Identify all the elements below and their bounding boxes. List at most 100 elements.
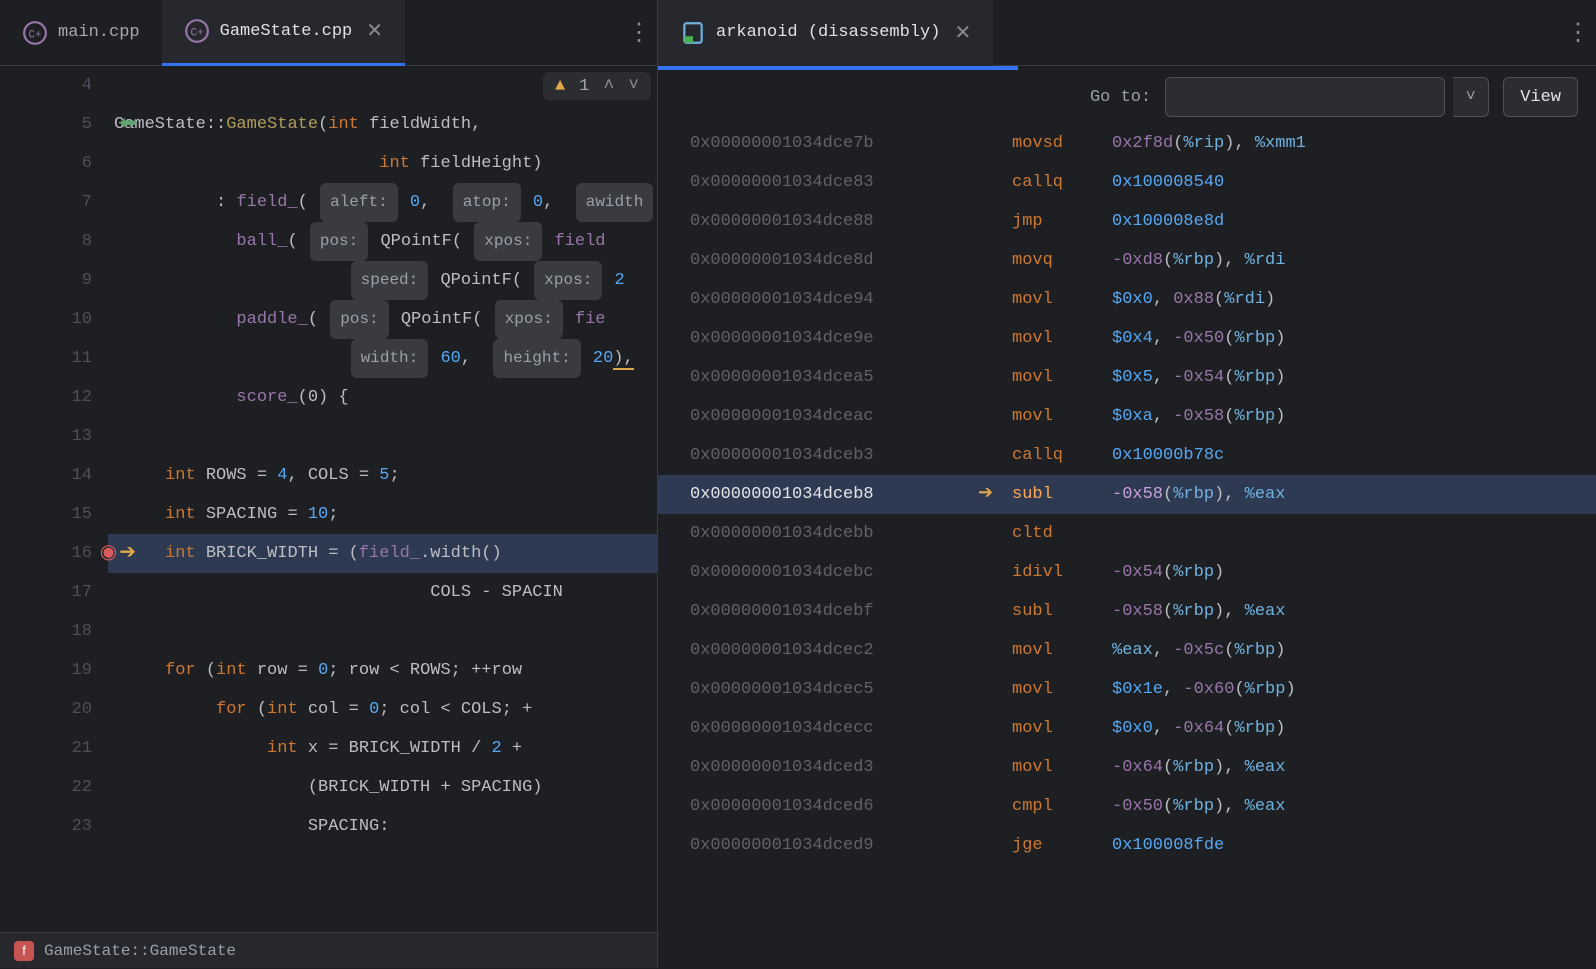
tab-gamestate-cpp[interactable]: C+ GameState.cpp ✕ (162, 0, 405, 66)
code-area[interactable]: GameState::GameState(int fieldWidth, int… (108, 66, 657, 932)
exec-arrow-icon: ➔ (978, 475, 1012, 514)
close-icon[interactable]: ✕ (362, 18, 383, 44)
disasm-address: 0x00000001034dce7b (658, 124, 978, 163)
disasm-operands: -0x64(%rbp), %eax (1112, 748, 1596, 787)
disasm-operands: -0x58(%rbp), %eax (1112, 475, 1596, 514)
exec-arrow-icon (978, 163, 1012, 202)
disasm-operands: 0x100008540 (1112, 163, 1596, 202)
disasm-body[interactable]: 0x00000001034dce7bmovsd0x2f8d(%rip), %xm… (658, 124, 1596, 968)
disasm-mnemonic: jge (1012, 826, 1112, 865)
close-icon[interactable]: ✕ (950, 20, 971, 46)
breadcrumb[interactable]: f GameState::GameState (0, 932, 657, 968)
disasm-row[interactable]: 0x00000001034dced9jge0x100008fde (658, 826, 1596, 865)
disasm-address: 0x00000001034dced3 (658, 748, 978, 787)
disasm-row[interactable]: 0x00000001034dced6 cmpl-0x50(%rbp), %eax (658, 787, 1596, 826)
param-hint: xpos: (534, 261, 602, 300)
editor-gutter[interactable]: 4 5⬅ 6 7 8 9 10 11 12 13 14 15 16◉➔ 17 1… (0, 66, 108, 932)
editor-tabbar: C+ main.cpp C+ GameState.cpp ✕ ⋮ (0, 0, 657, 66)
disasm-operands: $0x4, -0x50(%rbp) (1112, 319, 1596, 358)
disasm-mnemonic: movq (1012, 241, 1112, 280)
exec-arrow-icon (978, 280, 1012, 319)
chevron-down-icon[interactable]: ˅ (628, 76, 639, 96)
disasm-address: 0x00000001034dcebb (658, 514, 978, 553)
param-hint: height: (493, 339, 580, 378)
disasm-row[interactable]: 0x00000001034dcebcidivl-0x54(%rbp) (658, 553, 1596, 592)
disasm-operands: 0x100008e8d (1112, 202, 1596, 241)
disasm-mnemonic: subl (1012, 475, 1112, 514)
svg-text:C+: C+ (190, 27, 203, 39)
disasm-tabbar: arkanoid (disassembly) ✕ ⋮ (658, 0, 1596, 66)
tab-overflow-menu[interactable]: ⋮ (1560, 18, 1596, 48)
disasm-row[interactable]: 0x00000001034dceacmovl$0xa, -0x58(%rbp) (658, 397, 1596, 436)
disasm-mnemonic: movl (1012, 358, 1112, 397)
exec-arrow-icon (978, 397, 1012, 436)
disasm-row[interactable]: 0x00000001034dce8dmovq-0xd8(%rbp), %rdi (658, 241, 1596, 280)
disasm-row[interactable]: 0x00000001034dceb8➔subl-0x58(%rbp), %eax (658, 475, 1596, 514)
disasm-mnemonic: callq (1012, 163, 1112, 202)
disasm-address: 0x00000001034dced9 (658, 826, 978, 865)
disasm-row[interactable]: 0x00000001034dcea5movl$0x5, -0x54(%rbp) (658, 358, 1596, 397)
disasm-toolbar: Go to: ˅ View (658, 70, 1596, 124)
disasm-mnemonic: movl (1012, 319, 1112, 358)
disasm-row[interactable]: 0x00000001034dce83 callq0x100008540 (658, 163, 1596, 202)
param-hint: xpos: (474, 222, 542, 261)
disasm-operands: $0x0, 0x88(%rdi) (1112, 280, 1596, 319)
warning-count: 1 (579, 77, 589, 96)
disasm-operands: -0x54(%rbp) (1112, 553, 1596, 592)
exec-arrow-icon: ➔ (119, 534, 136, 573)
breakpoint-icon[interactable]: ◉ (100, 534, 117, 573)
breadcrumb-text: GameState::GameState (44, 933, 236, 969)
disasm-operands: 0x10000b78c (1112, 436, 1596, 475)
editor-body[interactable]: ▲ 1 ˄ ˅ 4 5⬅ 6 7 8 9 10 11 12 13 14 15 1… (0, 66, 657, 932)
disasm-address: 0x00000001034dceb3 (658, 436, 978, 475)
disasm-address: 0x00000001034dce88 (658, 202, 978, 241)
disasm-address: 0x00000001034dced6 (658, 787, 978, 826)
disasm-operands: -0x50(%rbp), %eax (1112, 787, 1596, 826)
disasm-row[interactable]: 0x00000001034dceccmovl$0x0, -0x64(%rbp) (658, 709, 1596, 748)
disasm-address: 0x00000001034dce94 (658, 280, 978, 319)
disasm-row[interactable]: 0x00000001034dce7bmovsd0x2f8d(%rip), %xm… (658, 124, 1596, 163)
disasm-row[interactable]: 0x00000001034dcebfsubl-0x58(%rbp), %eax (658, 592, 1596, 631)
disasm-operands: %eax, -0x5c(%rbp) (1112, 631, 1596, 670)
source-editor-pane: C+ main.cpp C+ GameState.cpp ✕ ⋮ ▲ 1 ˄ ˅… (0, 0, 658, 968)
exec-arrow-icon (978, 592, 1012, 631)
disasm-address: 0x00000001034dcebc (658, 553, 978, 592)
goto-dropdown[interactable]: ˅ (1453, 77, 1489, 117)
exec-arrow-icon (978, 709, 1012, 748)
disasm-address: 0x00000001034dce8d (658, 241, 978, 280)
inspection-widget[interactable]: ▲ 1 ˄ ˅ (543, 72, 651, 100)
disasm-row[interactable]: 0x00000001034dce88jmp0x100008e8d (658, 202, 1596, 241)
param-hint: pos: (330, 300, 388, 339)
disasm-row[interactable]: 0x00000001034dceb3callq0x10000b78c (658, 436, 1596, 475)
disasm-mnemonic: movl (1012, 631, 1112, 670)
disasm-row[interactable]: 0x00000001034dce94 movl$0x0, 0x88(%rdi) (658, 280, 1596, 319)
disasm-address: 0x00000001034dceac (658, 397, 978, 436)
disasm-operands: $0x5, -0x54(%rbp) (1112, 358, 1596, 397)
disasm-row[interactable]: 0x00000001034dced3movl-0x64(%rbp), %eax (658, 748, 1596, 787)
disasm-mnemonic: subl (1012, 592, 1112, 631)
disasm-mnemonic: cmpl (1012, 787, 1112, 826)
exec-arrow-icon (978, 436, 1012, 475)
exec-arrow-icon (978, 748, 1012, 787)
tab-main-cpp[interactable]: C+ main.cpp (0, 0, 162, 66)
tab-disassembly[interactable]: arkanoid (disassembly) ✕ (658, 0, 993, 66)
goto-input[interactable] (1165, 77, 1445, 117)
exec-arrow-icon (978, 514, 1012, 553)
exec-arrow-icon (978, 241, 1012, 280)
chevron-up-icon[interactable]: ˄ (603, 76, 614, 96)
disasm-address: 0x00000001034dce83 (658, 163, 978, 202)
tab-label: arkanoid (disassembly) (716, 23, 940, 42)
disasm-mnemonic: movl (1012, 280, 1112, 319)
exec-arrow-icon (978, 202, 1012, 241)
disasm-row[interactable]: 0x00000001034dce9emovl$0x4, -0x50(%rbp) (658, 319, 1596, 358)
disasm-row[interactable]: 0x00000001034dcec2movl%eax, -0x5c(%rbp) (658, 631, 1596, 670)
tab-overflow-menu[interactable]: ⋮ (621, 18, 657, 48)
disasm-mnemonic: cltd (1012, 514, 1112, 553)
cpp-file-icon: C+ (22, 20, 48, 46)
disasm-operands (1112, 514, 1596, 553)
disasm-row[interactable]: 0x00000001034dcec5movl$0x1e, -0x60(%rbp) (658, 670, 1596, 709)
param-hint: atop: (453, 183, 521, 222)
param-hint: pos: (310, 222, 368, 261)
disasm-row[interactable]: 0x00000001034dcebb cltd (658, 514, 1596, 553)
view-button[interactable]: View (1503, 77, 1578, 117)
